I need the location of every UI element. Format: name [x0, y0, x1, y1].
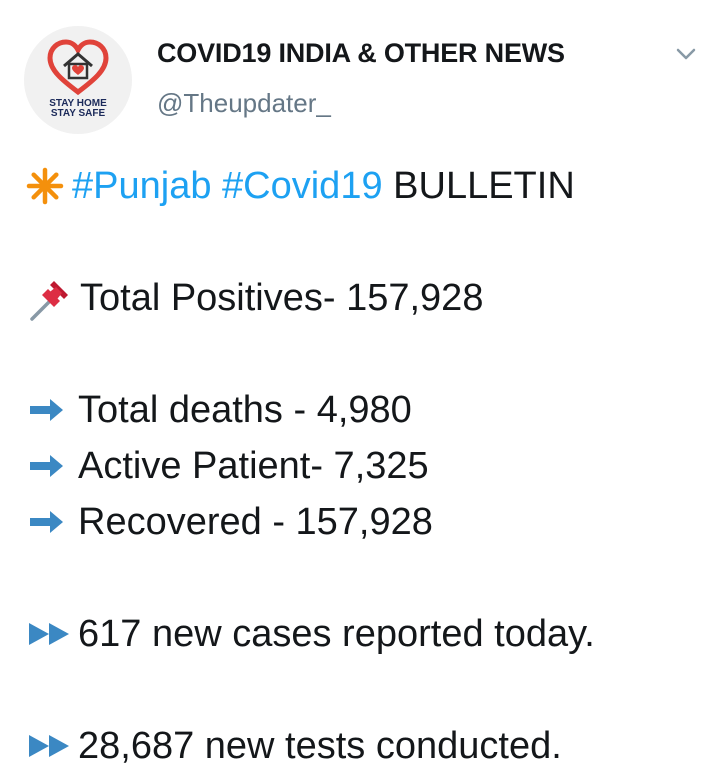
eight-spoked-asterisk-icon	[26, 167, 64, 205]
tweet-card: STAY HOME STAY SAFE COVID19 INDIA & OTHE…	[0, 0, 720, 783]
fast-forward-icon	[26, 731, 74, 761]
bulletin-label: BULLETIN	[393, 165, 575, 207]
fast-forward-icon	[26, 619, 74, 649]
stat-line-active: Active Patient- 7,325	[26, 444, 429, 488]
profile-avatar[interactable]: STAY HOME STAY SAFE	[24, 26, 132, 134]
new-cases-text: 617 new cases reported today.	[78, 613, 595, 655]
avatar-text-line2: STAY SAFE	[51, 108, 106, 119]
stay-home-heart-icon: STAY HOME STAY SAFE	[24, 26, 132, 134]
author-handle[interactable]: @Theupdater_	[157, 88, 331, 119]
chevron-down-icon[interactable]	[672, 44, 700, 64]
author-display-name[interactable]: COVID19 INDIA & OTHER NEWS	[157, 38, 565, 69]
hashtag-covid19[interactable]: #Covid19	[222, 164, 383, 208]
hashtag-punjab[interactable]: #Punjab	[72, 164, 211, 208]
total-positives-text: Total Positives- 157,928	[80, 277, 484, 319]
stat-line-deaths: Total deaths - 4,980	[26, 388, 412, 432]
right-arrow-icon	[26, 395, 66, 425]
stat-text-active: Active Patient- 7,325	[78, 445, 429, 487]
new-tests-line: 28,687 new tests conducted.	[26, 724, 562, 768]
stat-line-recovered: Recovered - 157,928	[26, 500, 433, 544]
stat-text-deaths: Total deaths - 4,980	[78, 389, 412, 431]
new-cases-line: 617 new cases reported today.	[26, 612, 595, 656]
right-arrow-icon	[26, 507, 66, 537]
total-positives-line: Total Positives- 157,928	[26, 273, 484, 323]
new-tests-text: 28,687 new tests conducted.	[78, 725, 562, 767]
stat-text-recovered: Recovered - 157,928	[78, 501, 433, 543]
right-arrow-icon	[26, 451, 66, 481]
bulletin-title-line: #Punjab #Covid19 BULLETIN	[26, 164, 575, 208]
pushpin-icon	[26, 273, 76, 323]
